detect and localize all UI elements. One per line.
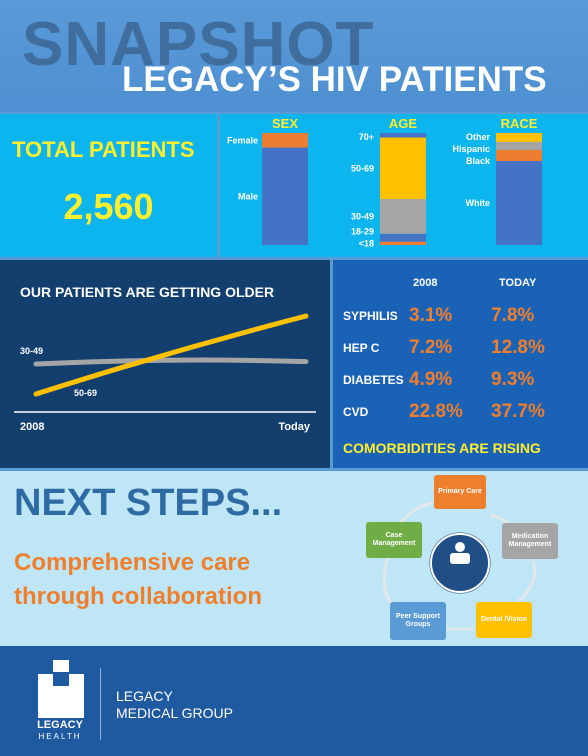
next-steps-title: NEXT STEPS... — [14, 482, 283, 524]
sex-segment-1 — [262, 133, 308, 148]
logo-line1: LEGACY — [37, 719, 83, 731]
age-title: AGE — [389, 116, 418, 131]
footer — [0, 646, 588, 756]
age-segment-0 — [380, 241, 426, 245]
race-segment-1 — [496, 149, 542, 161]
comorbidities-panel: 2008 TODAY SYPHILIS 3.1% 7.8% HEP C 7.2% 12.8… — [333, 260, 588, 468]
comorbidity-name: CVD — [343, 405, 369, 419]
footer-divider — [100, 668, 101, 740]
race-label-0: White — [466, 198, 491, 208]
care-step-primary-care: Primary Care — [434, 475, 486, 509]
race-label-3: Other — [466, 132, 491, 142]
total-patients-label: TOTAL PATIENTS — [12, 137, 195, 162]
care-step-case-management: Case Management — [366, 522, 422, 558]
age-segment-3 — [380, 137, 426, 200]
demographics-chart: SEX Male Female AGE <18 18-29 30-49 50-69 70+ RAC… — [227, 116, 542, 248]
race-title: RACE — [501, 116, 538, 131]
comorbidity-2008-value: 7.2% — [409, 337, 453, 358]
care-step-medication-management: Medication Management — [502, 523, 558, 559]
race-segment-3 — [496, 133, 542, 142]
logo-line2: HEALTH — [38, 732, 82, 741]
age-label-4: 70+ — [359, 132, 374, 142]
comorbidity-name: HEP C — [343, 341, 380, 355]
sex-label-0: Male — [238, 191, 258, 201]
comorbidity-2008-value: 22.8% — [409, 401, 463, 422]
x-label-start: 2008 — [20, 421, 44, 433]
comorbidity-today-value: 7.8% — [491, 305, 535, 326]
aging-title: OUR PATIENTS ARE GETTING OLDER — [20, 284, 275, 300]
person-icon — [448, 541, 472, 565]
comorbidities-title: COMORBIDITIES ARE RISING — [343, 440, 541, 456]
comorbidity-today-value: 37.7% — [491, 401, 545, 422]
legacy-logo-icon — [38, 660, 84, 718]
race-segment-0 — [496, 161, 542, 245]
comorbidity-2008-value: 3.1% — [409, 305, 453, 326]
page-title: LEGACY’S HIV PATIENTS — [122, 60, 547, 99]
race-segment-2 — [496, 141, 542, 150]
total-patients-value: 2,560 — [63, 186, 154, 227]
sex-segment-0 — [262, 147, 308, 245]
comorbidity-today-value: 9.3% — [491, 369, 535, 390]
next-steps-body: Comprehensive care through collaboration — [14, 546, 262, 614]
age-segment-4 — [380, 133, 426, 138]
age-segment-2 — [380, 199, 426, 234]
sex-label-1: Female — [227, 135, 258, 145]
x-label-end: Today — [278, 421, 310, 433]
org-name-line1: LEGACY — [116, 688, 173, 704]
age-label-2: 30-49 — [351, 211, 374, 221]
age-label-0: <18 — [359, 238, 374, 248]
race-label-2: Hispanic — [452, 144, 490, 154]
logo-wordmark: LEGACY HEALTH — [34, 719, 86, 743]
line-50-69 — [33, 313, 309, 397]
age-label-1: 18-29 — [351, 226, 374, 236]
sex-title: SEX — [272, 116, 298, 131]
line-label-30-49: 30-49 — [20, 346, 43, 356]
demographics-panel: SEX Male Female AGE <18 18-29 30-49 50-69 70+ RAC… — [220, 114, 588, 257]
col-header-2008: 2008 — [413, 277, 438, 289]
comorbidity-today-value: 12.8% — [491, 337, 545, 358]
race-label-1: Black — [466, 156, 491, 166]
org-name: LEGACY MEDICAL GROUP — [116, 688, 233, 722]
org-name-line2: MEDICAL GROUP — [116, 705, 233, 721]
age-segment-1 — [380, 233, 426, 242]
next-steps-line2: through collaboration — [14, 583, 262, 610]
comorbidity-name: SYPHILIS — [343, 309, 398, 323]
next-steps-line1: Comprehensive care — [14, 549, 251, 576]
age-label-3: 50-69 — [351, 163, 374, 173]
care-step-peer-support: Peer Support Groups — [390, 602, 446, 640]
comorbidity-2008-value: 4.9% — [409, 369, 453, 390]
line-30-49 — [33, 357, 309, 367]
care-step-dental-vision: Dental /Vision — [476, 602, 532, 638]
line-label-50-69: 50-69 — [74, 388, 97, 398]
comorbidity-name: DIABETES — [343, 373, 404, 387]
col-header-today: TODAY — [499, 277, 537, 289]
